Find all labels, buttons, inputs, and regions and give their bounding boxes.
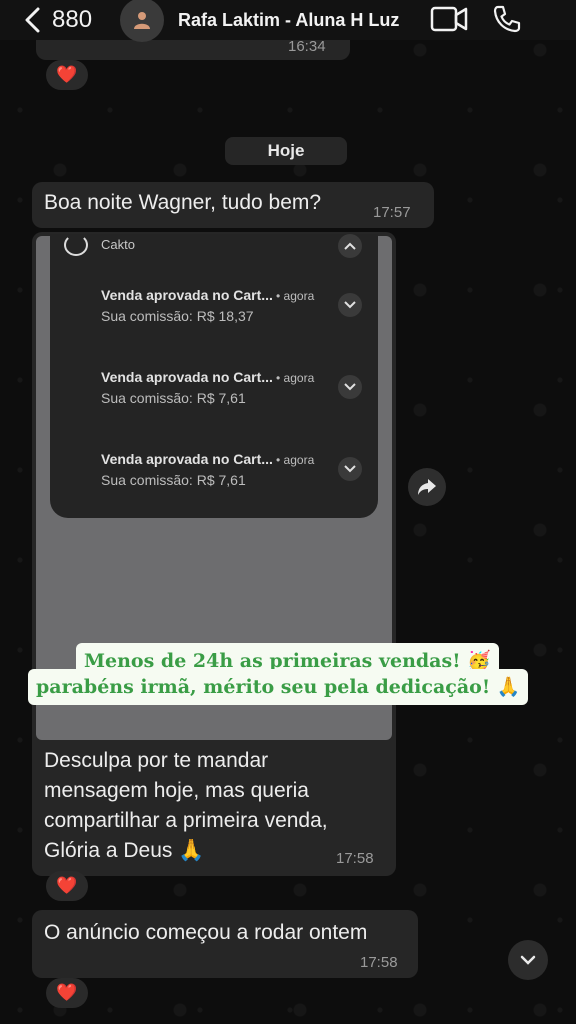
notification-time: • agora [276,289,315,303]
chevron-down-icon [520,955,536,965]
chevron-left-icon [25,7,40,33]
notification-subtitle: Sua comissão: R$ 7,61 [101,472,246,488]
reaction-heart[interactable]: ❤️ [46,60,88,90]
media-caption: Desculpa por te mandar mensagem hoje, ma… [44,746,384,866]
notification-subtitle: Sua comissão: R$ 7,61 [101,390,246,406]
avatar[interactable] [120,0,164,42]
date-separator: Hoje [225,137,347,165]
notification-time: • agora [276,453,315,467]
reaction-heart[interactable]: ❤️ [46,978,88,1008]
contact-name[interactable]: Rafa Laktim - Aluna H Luz [178,10,399,31]
reaction-heart[interactable]: ❤️ [46,871,88,901]
message-time: 16:34 [288,38,326,55]
message-text: Boa noite Wagner, tudo bem? [44,191,322,214]
back-button[interactable]: 880 [22,6,112,34]
heart-icon: ❤️ [56,983,78,1002]
chat-header: 880 Rafa Laktim - Aluna H Luz [0,0,576,42]
message-time: 17:58 [336,850,374,867]
notification-title: Venda aprovada no Cart... [101,287,273,303]
overlay-caption-line: parabéns irmã, mérito seu pela dedicação… [28,669,529,705]
unread-count: 880 [52,6,93,33]
forward-button[interactable] [408,468,446,506]
chevron-down-icon [338,375,362,399]
notification-subtitle: Sua comissão: R$ 18,37 [101,308,254,324]
notification-app-name: Cakto [101,237,135,252]
caption-line: compartilhar a primeira venda, [44,809,328,832]
phone-call-icon[interactable] [492,4,522,34]
notification-panel: Cakto Venda aprovada no Cart... • agora … [50,234,378,518]
forward-arrow-icon [418,479,436,495]
video-call-icon[interactable] [430,4,468,34]
chevron-down-icon [338,457,362,481]
message-bubble[interactable]: Boa noite Wagner, tudo bem? 17:57 [32,182,434,228]
notification-title: Venda aprovada no Cart... [101,451,273,467]
person-icon [134,12,150,29]
heart-icon: ❤️ [56,876,78,895]
chevron-up-icon [338,234,362,258]
message-time: 17:58 [360,954,398,971]
heart-icon: ❤️ [56,65,78,84]
notification-title: Venda aprovada no Cart... [101,369,273,385]
message-text: O anúncio começou a rodar ontem [44,921,368,944]
message-bubble[interactable]: O anúncio começou a rodar ontem 17:58 [32,910,418,978]
cakto-logo-icon [64,234,88,256]
caption-line: Glória a Deus 🙏 [44,839,205,862]
scroll-down-button[interactable] [508,940,548,980]
chevron-down-icon [338,293,362,317]
caption-line: mensagem hoje, mas queria [44,779,309,802]
notification-time: • agora [276,371,315,385]
message-time: 17:57 [373,204,411,221]
caption-line: Desculpa por te mandar [44,749,269,772]
